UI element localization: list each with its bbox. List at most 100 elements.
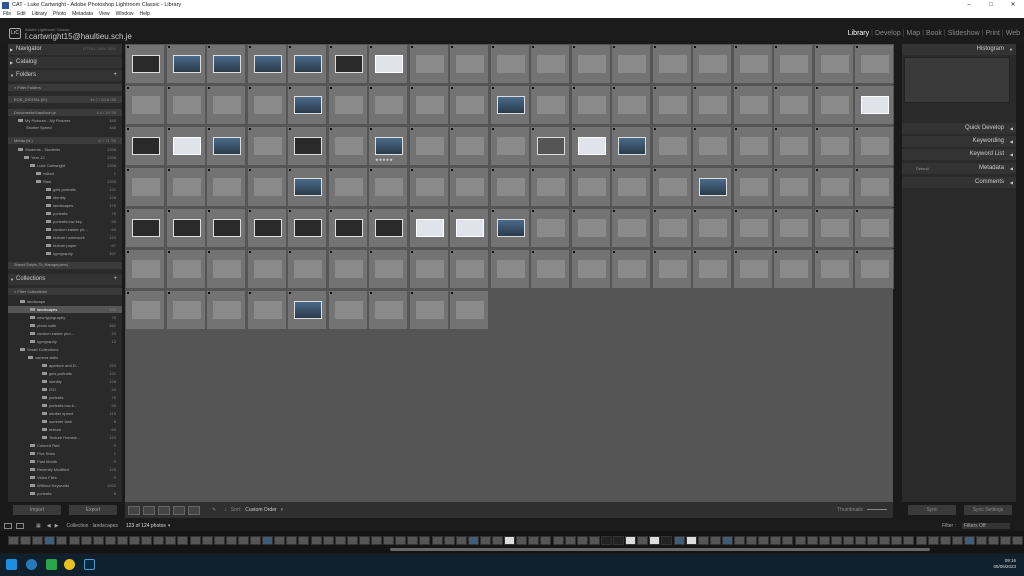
collection-item[interactable]: portraits low-k... 95	[8, 402, 122, 409]
photo-cell[interactable]	[206, 208, 246, 248]
photo-thumbnail[interactable]	[132, 301, 160, 319]
plus-icon[interactable]: +	[113, 274, 117, 285]
filmstrip-thumbnail[interactable]	[213, 536, 225, 545]
photo-thumbnail[interactable]	[577, 55, 606, 73]
photo-cell[interactable]	[287, 167, 327, 207]
flag-icon[interactable]	[694, 251, 696, 253]
photo-thumbnail[interactable]	[658, 260, 687, 278]
collection-item[interactable]: Past Month 0	[8, 458, 122, 465]
photo-thumbnail[interactable]	[213, 260, 241, 278]
flag-icon[interactable]	[613, 251, 615, 253]
photo-thumbnail[interactable]	[415, 260, 444, 278]
photo-cell[interactable]	[408, 167, 449, 207]
collection-item[interactable]: aperture and D... 224	[8, 362, 122, 369]
flag-icon[interactable]	[734, 169, 737, 171]
filmstrip-thumbnail[interactable]	[104, 536, 116, 545]
filmstrip-thumbnail[interactable]	[1000, 536, 1012, 545]
photo-thumbnail[interactable]	[294, 219, 322, 237]
photo-thumbnail[interactable]	[780, 260, 808, 278]
flag-icon[interactable]	[248, 46, 251, 48]
photo-thumbnail[interactable]	[334, 178, 363, 196]
filmstrip-thumbnail[interactable]	[613, 536, 624, 545]
photo-cell[interactable]	[530, 208, 570, 248]
photo-cell[interactable]	[611, 44, 651, 84]
photo-thumbnail[interactable]	[618, 96, 646, 114]
filmstrip-thumbnail[interactable]	[806, 536, 818, 545]
filmstrip-thumbnail[interactable]	[310, 536, 322, 545]
photo-cell[interactable]	[327, 208, 368, 248]
flag-icon[interactable]	[329, 87, 332, 89]
photo-cell[interactable]	[692, 167, 732, 207]
filmstrip-thumbnail[interactable]	[661, 536, 673, 545]
flag-icon[interactable]	[167, 251, 170, 253]
photo-cell[interactable]	[408, 85, 449, 125]
flag-icon[interactable]	[572, 128, 575, 130]
filmstrip-thumbnail[interactable]	[407, 536, 419, 545]
photo-cell[interactable]	[165, 167, 206, 207]
filmstrip-thumbnail[interactable]	[709, 536, 721, 545]
sync-button[interactable]: Sync	[908, 505, 956, 515]
flag-icon[interactable]	[653, 128, 656, 130]
photo-thumbnail[interactable]	[415, 178, 444, 196]
flag-icon[interactable]	[734, 210, 737, 212]
keyword-list-header[interactable]: Keyword List ◀	[902, 149, 1016, 160]
photo-cell[interactable]	[408, 249, 449, 289]
photo-cell[interactable]	[692, 249, 732, 289]
photo-thumbnail[interactable]	[334, 96, 363, 114]
filter-collections-field[interactable]: ⌕ Filter Collections	[8, 288, 122, 295]
filmstrip-thumbnail[interactable]	[189, 536, 201, 545]
flag-icon[interactable]	[734, 87, 737, 89]
flag-icon[interactable]	[734, 251, 737, 253]
photo-cell[interactable]	[813, 85, 854, 125]
photo-thumbnail[interactable]	[172, 301, 201, 319]
photo-cell[interactable]	[246, 167, 287, 207]
photo-cell[interactable]	[489, 44, 530, 84]
photo-cell[interactable]	[125, 249, 165, 289]
photo-cell[interactable]	[246, 44, 287, 84]
flag-icon[interactable]	[167, 210, 170, 212]
photo-cell[interactable]	[327, 290, 368, 330]
photo-cell[interactable]	[813, 44, 854, 84]
filmstrip-thumbnail[interactable]	[721, 536, 733, 545]
photo-thumbnail[interactable]	[496, 55, 525, 73]
photo-cell[interactable]	[287, 208, 327, 248]
photo-thumbnail[interactable]	[861, 260, 889, 278]
secondary-display-icon[interactable]	[4, 522, 12, 529]
flag-icon[interactable]	[329, 46, 332, 48]
photo-cell[interactable]	[813, 249, 854, 289]
photo-cell[interactable]	[773, 167, 813, 207]
photo-thumbnail[interactable]	[415, 55, 444, 73]
photo-thumbnail[interactable]	[375, 96, 403, 114]
flag-icon[interactable]	[451, 251, 453, 253]
flag-icon[interactable]	[410, 128, 413, 130]
filmstrip-thumbnail[interactable]	[818, 536, 830, 545]
photo-thumbnail[interactable]	[456, 96, 484, 114]
folder-item[interactable]: random easter ph... 64	[8, 226, 122, 233]
photo-cell[interactable]	[773, 44, 813, 84]
collection-item[interactable]: shutter speed 119	[8, 410, 122, 417]
lightroom-taskbar-icon[interactable]	[84, 559, 95, 570]
photo-thumbnail[interactable]	[820, 219, 849, 237]
photo-cell[interactable]	[854, 85, 894, 125]
photo-thumbnail[interactable]	[294, 301, 322, 319]
flag-icon[interactable]	[532, 46, 534, 48]
collection-item[interactable]: ISO 44	[8, 386, 122, 393]
photo-cell[interactable]	[854, 249, 894, 289]
collection-item[interactable]: Without Keywords 1922	[8, 482, 122, 489]
loupe-view-icon[interactable]	[143, 505, 155, 515]
photo-thumbnail[interactable]	[132, 55, 160, 73]
photo-cell[interactable]	[449, 290, 489, 330]
module-print[interactable]: Print	[985, 30, 999, 37]
filmstrip-thumbnail[interactable]	[697, 536, 709, 545]
photo-cell[interactable]	[246, 208, 287, 248]
filmstrip-thumbnail[interactable]	[92, 536, 104, 545]
filmstrip-thumbnail[interactable]	[286, 536, 298, 545]
photo-thumbnail[interactable]	[213, 55, 241, 73]
flag-icon[interactable]	[289, 210, 291, 212]
photo-thumbnail[interactable]	[739, 178, 768, 196]
filmstrip-thumbnail[interactable]	[334, 536, 346, 545]
filmstrip-scrollbar[interactable]	[390, 548, 930, 551]
photo-thumbnail[interactable]	[253, 301, 282, 319]
photo-cell[interactable]	[327, 167, 368, 207]
flag-icon[interactable]	[775, 210, 777, 212]
